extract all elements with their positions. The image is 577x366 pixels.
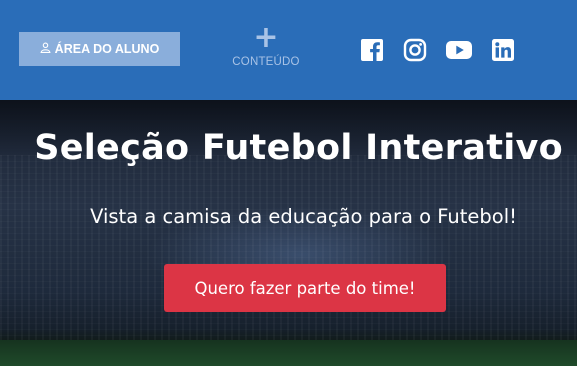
youtube-icon[interactable] [445,38,473,62]
content-menu-label: CONTEÚDO [232,56,300,68]
student-area-label: ÁREA DO ALUNO [54,42,160,56]
plus-icon: + [253,20,279,55]
instagram-icon[interactable] [403,38,427,62]
content-menu-button[interactable]: + CONTEÚDO [224,20,308,69]
join-team-button[interactable]: Quero fazer parte do time! [164,264,446,312]
top-navigation-bar: ÁREA DO ALUNO + CONTEÚDO [0,0,577,100]
stadium-field-background [0,340,577,366]
hero-title: Seleção Futebol Interativo [34,128,563,168]
linkedin-icon[interactable] [491,38,515,62]
student-area-button[interactable]: ÁREA DO ALUNO [19,32,180,66]
user-icon [40,42,51,56]
facebook-icon[interactable] [360,38,384,62]
hero-subtitle: Vista a camisa da educação para o Futebo… [90,205,517,228]
stadium-stands-background [0,155,577,350]
